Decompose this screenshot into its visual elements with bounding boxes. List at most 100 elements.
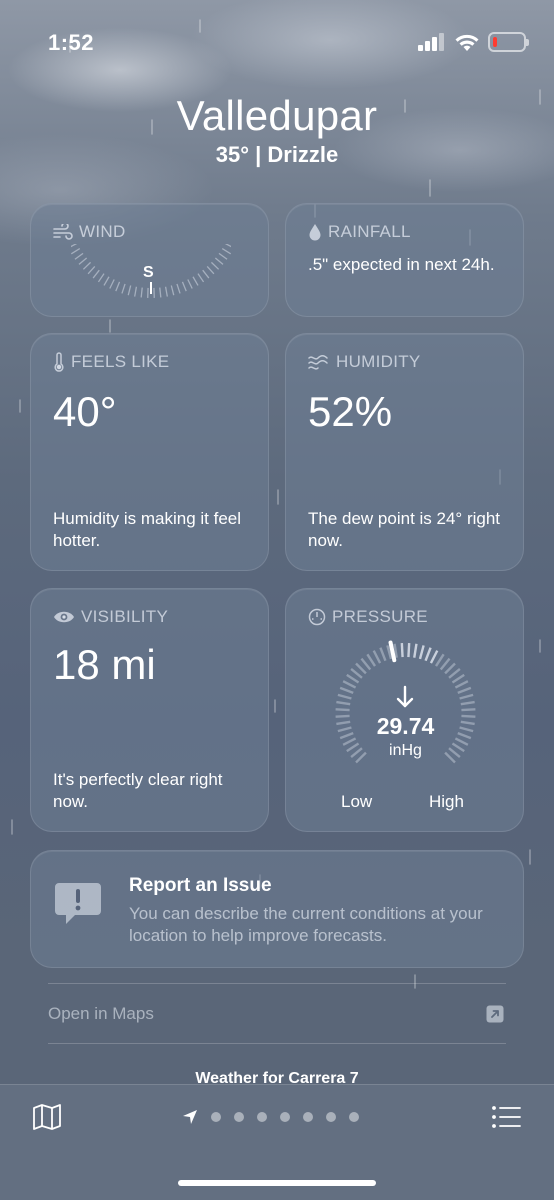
pressure-unit: inHg <box>389 742 422 759</box>
feels-like-label: FEELS LIKE <box>71 352 170 371</box>
compass-tick <box>121 283 126 294</box>
list-icon[interactable] <box>492 1106 522 1128</box>
gauge-tick <box>407 643 411 658</box>
open-in-maps-link[interactable]: Open in Maps <box>48 1004 506 1028</box>
report-issue-card[interactable]: Report an Issue You can describe the cur… <box>30 850 524 968</box>
humidity-card[interactable]: HUMIDITY 52% The dew point is 24° right … <box>285 333 524 571</box>
compass-tick <box>82 261 92 270</box>
compass-tick <box>224 244 231 248</box>
wifi-icon <box>455 34 479 51</box>
compass-tick <box>115 281 121 292</box>
feels-like-card[interactable]: FEELS LIKE 40° Humidity is making it fee… <box>30 333 269 571</box>
compass-tick <box>170 285 175 296</box>
divider <box>48 1043 506 1044</box>
compass-tick <box>92 269 100 279</box>
compass-tick <box>192 276 199 286</box>
pressure-card-title: PRESSURE <box>308 607 428 627</box>
compass-tick <box>176 283 181 294</box>
rainfall-label: RAINFALL <box>328 222 411 241</box>
home-indicator[interactable] <box>178 1180 376 1186</box>
pressure-value: 29.74 <box>376 713 435 739</box>
compass-tick <box>202 269 210 279</box>
visibility-description: It's perfectly clear right now. <box>53 770 223 811</box>
rainfall-card[interactable]: RAINFALL .5" expected in next 24h. <box>285 203 524 317</box>
page-dot <box>234 1112 244 1122</box>
status-bar: 1:52 <box>0 0 554 90</box>
pressure-high-label: High <box>429 792 464 811</box>
gauge-tick <box>461 708 476 712</box>
temperature-summary: 35° | Drizzle <box>215 142 339 167</box>
compass-tick <box>164 286 168 297</box>
status-time: 1:52 <box>48 30 95 55</box>
compass-tick <box>221 247 231 255</box>
feels-like-card-title: FEELS LIKE <box>53 352 169 372</box>
compass-tick <box>210 261 220 270</box>
gauge-tick <box>335 708 350 712</box>
compass-tick <box>134 286 138 297</box>
gauge-tick <box>360 657 372 671</box>
gauge-tick <box>355 662 367 675</box>
compass-tick <box>197 273 205 283</box>
compass-tick <box>109 279 115 289</box>
visibility-label: VISIBILITY <box>81 607 169 626</box>
gauge-tick <box>448 668 461 679</box>
page-dot <box>211 1112 221 1122</box>
gauge-tick <box>424 647 432 662</box>
compass-tick <box>187 279 193 289</box>
thermometer-icon <box>54 352 64 372</box>
compass-tick <box>71 247 81 255</box>
compass-tick <box>74 252 84 260</box>
gauge-tick <box>336 700 351 706</box>
humidity-description: The dew point is 24° right now. <box>308 509 501 550</box>
status-icons <box>418 32 529 52</box>
pressure-card[interactable]: PRESSURE 29.74 inHg Low High <box>285 588 524 832</box>
page-dot <box>303 1112 313 1122</box>
feels-like-description: Humidity is making it feel hotter. <box>53 509 242 550</box>
visibility-card[interactable]: VISIBILITY 18 mi It's perfectly clear ri… <box>30 588 269 832</box>
visibility-card-title: VISIBILITY <box>53 607 168 627</box>
page-indicator[interactable] <box>182 1109 359 1125</box>
report-issue-description: You can describe the current conditions … <box>129 904 483 945</box>
divider <box>48 983 506 984</box>
gauge-tick <box>346 673 360 684</box>
gauge-tick <box>454 680 469 689</box>
gauge-tick <box>339 686 354 695</box>
compass-tick <box>140 287 143 298</box>
gauge-tick <box>342 680 357 689</box>
report-issue-title: Report an Issue <box>129 875 272 896</box>
compass-tick <box>181 281 187 292</box>
gauge-tick <box>372 650 382 664</box>
wind-card-title: WIND <box>53 222 126 242</box>
gauge-tick <box>400 643 404 658</box>
gauge-tick <box>379 647 387 662</box>
gauge-tick <box>337 693 352 700</box>
compass-tick <box>78 257 88 265</box>
compass-tick <box>159 287 162 298</box>
pressure-gauge <box>335 640 476 764</box>
location-header: Valledupar 35° | Drizzle <box>0 92 554 168</box>
gauge-tick <box>457 686 472 695</box>
map-icon[interactable] <box>32 1104 62 1130</box>
gauge-tick <box>451 673 465 684</box>
rainfall-forecast: .5" expected in next 24h. <box>308 255 495 274</box>
compass-tick <box>214 257 224 265</box>
wind-label: WIND <box>79 222 126 241</box>
page-dots <box>211 1112 359 1122</box>
gauge-tick <box>429 650 439 664</box>
location-arrow-icon <box>183 1110 197 1124</box>
gauge-tick <box>434 653 445 667</box>
eye-icon <box>54 611 74 623</box>
wind-direction: S <box>143 264 154 281</box>
humidity-value: 52% <box>308 388 393 435</box>
compass-tick <box>103 276 110 286</box>
page-dot <box>280 1112 290 1122</box>
raindrop-icon <box>309 224 321 241</box>
page-dot <box>326 1112 336 1122</box>
compass-tick <box>87 265 96 275</box>
gauge-tick <box>413 643 418 658</box>
wind-card[interactable]: WIND S <box>30 203 269 317</box>
arrow-down-icon <box>396 685 414 708</box>
gauge-icon <box>308 608 326 626</box>
battery-level <box>493 37 497 47</box>
gauge-tick <box>459 693 474 700</box>
